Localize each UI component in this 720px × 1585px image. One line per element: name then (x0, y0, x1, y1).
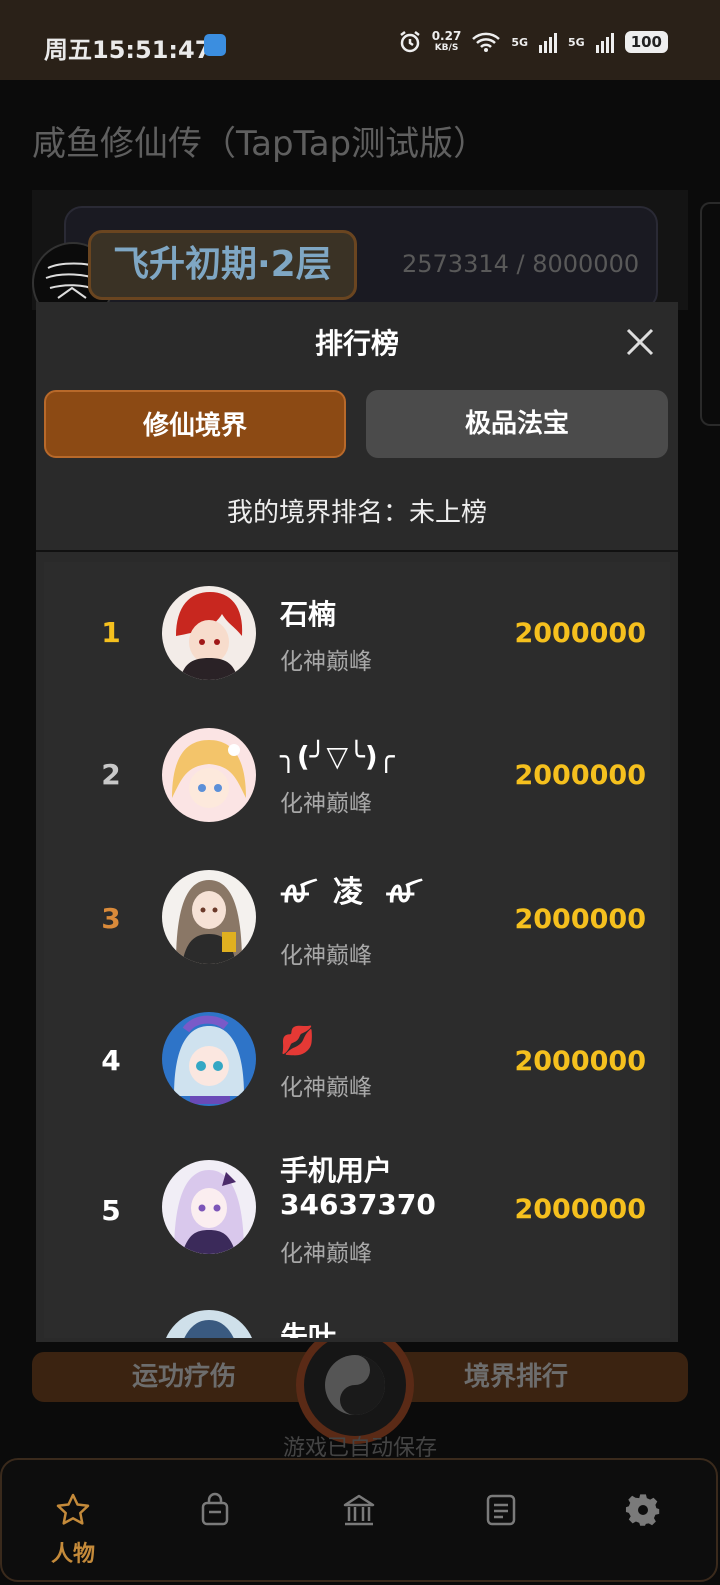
player-realm: 化神巅峰 (280, 791, 372, 817)
app-title: 咸鱼修仙传（TapTap测试版） (32, 124, 488, 164)
star-icon (56, 1493, 90, 1525)
gear-icon (625, 1494, 660, 1526)
player-score: 2000000 (514, 1046, 646, 1077)
rank-number: 2 (101, 758, 121, 791)
avatar[interactable] (162, 1310, 256, 1338)
nav-item-character[interactable]: 人物 (28, 1460, 118, 1584)
status-icons: 0.27 KB/S 5G 5G 100 (398, 30, 668, 54)
net-speed: 0.27 KB/S (431, 29, 462, 53)
rank-number: 3 (101, 902, 121, 935)
status-time: 周五15:51:47 (44, 36, 212, 64)
rank-number: 1 (101, 616, 121, 649)
avatar[interactable] (162, 870, 256, 964)
bank-icon (343, 1494, 375, 1526)
cultivate-orb-button[interactable] (296, 1326, 414, 1444)
leaderboard-list[interactable]: 1 石楠 化神巅峰 2000000 2 ╮(╯▽╰)╭ 化神巅峰 2000000… (44, 562, 670, 1338)
realm-rank-button[interactable]: 境界排行 (464, 1352, 568, 1402)
nav-item-bag[interactable] (170, 1460, 260, 1584)
player-realm: 化神巅峰 (280, 649, 372, 675)
player-realm: 化神巅峰 (280, 1075, 372, 1101)
signal-icon-2: 5G (568, 35, 585, 49)
nav-label: 人物 (50, 1542, 95, 1567)
document-icon (486, 1494, 516, 1526)
tab-treasure[interactable]: 极品法宝 (366, 390, 668, 458)
battery-icon: 100 (624, 31, 668, 53)
avatar[interactable] (162, 1012, 256, 1106)
modal-title: 排行榜 (314, 327, 399, 360)
leaderboard-modal: 排行榜 修仙境界 极品法宝 我的境界排名：未上榜 1 石楠 化神巅峰 20000… (36, 302, 678, 1342)
nav-item-sect[interactable] (314, 1460, 404, 1584)
player-name: 石楠 (280, 598, 337, 631)
player-score: 2000000 (514, 760, 646, 791)
close-icon (626, 328, 654, 356)
signal-icon-1: 5G (511, 35, 528, 49)
player-name: 💋 (280, 1024, 315, 1057)
side-panel-edge (700, 202, 720, 426)
leaderboard-row[interactable]: 3 ꫛ 凌 ꫛ 化神巅峰 2000000 (44, 870, 670, 970)
bottom-nav: 人物 (0, 1458, 718, 1582)
alarm-icon (399, 31, 420, 53)
player-realm: 化神巅峰 (280, 1241, 372, 1267)
my-rank-text: 我的境界排名：未上榜 (226, 498, 487, 528)
player-realm: 化神巅峰 (280, 943, 372, 969)
close-button[interactable] (622, 324, 658, 360)
player-score: 2000000 (514, 904, 646, 935)
player-name: 手机用户34637370 (280, 1154, 436, 1221)
wifi-icon (472, 32, 501, 52)
divider (36, 550, 678, 552)
status-bar: 周五15:51:47 0.27 KB/S 5G 5G 100 (0, 0, 720, 80)
leaderboard-row[interactable]: 朱叶 (44, 1310, 670, 1338)
avatar[interactable] (162, 728, 256, 822)
player-name: ꫛ 凌 ꫛ (280, 875, 422, 910)
heal-button[interactable]: 运功疗伤 (132, 1352, 236, 1402)
leaderboard-row[interactable]: 5 手机用户34637370 化神巅峰 2000000 (44, 1154, 670, 1284)
rank-number: 4 (101, 1044, 121, 1077)
player-score: 2000000 (514, 1194, 646, 1225)
tab-cultivation-realm[interactable]: 修仙境界 (44, 390, 346, 458)
leaderboard-row[interactable]: 4 💋 化神巅峰 2000000 (44, 1012, 670, 1112)
player-name: 朱叶 (280, 1320, 337, 1338)
avatar[interactable] (162, 586, 256, 680)
nav-item-log[interactable] (456, 1460, 546, 1584)
signal-bars-icon-2 (595, 33, 614, 53)
leaderboard-row[interactable]: 1 石楠 化神巅峰 2000000 (44, 586, 670, 686)
exp-progress: 2573314 / 8000000 (402, 250, 640, 278)
bag-icon (201, 1492, 229, 1526)
leaderboard-row[interactable]: 2 ╮(╯▽╰)╭ 化神巅峰 2000000 (44, 728, 670, 828)
realm-badge: 飞升初期·2层 (88, 230, 357, 300)
nav-item-settings[interactable] (598, 1460, 688, 1584)
rank-number: 5 (101, 1194, 121, 1227)
yin-yang-icon (325, 1355, 385, 1415)
player-name: ╮(╯▽╰)╭ (280, 740, 395, 773)
avatar[interactable] (162, 1160, 256, 1254)
weather-icon (204, 34, 226, 56)
signal-bars-icon (539, 33, 557, 53)
player-score: 2000000 (514, 618, 646, 649)
